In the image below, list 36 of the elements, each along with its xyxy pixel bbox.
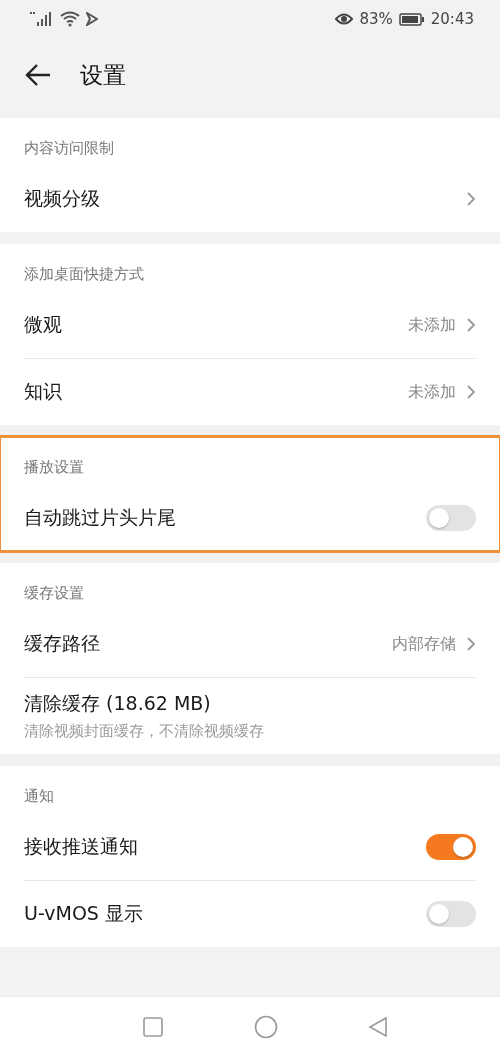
setting-label[interactable]: 缓存路径 xyxy=(24,631,382,657)
setting-label[interactable]: 接收推送通知 xyxy=(24,834,416,860)
chevron-right-icon xyxy=(466,636,476,652)
section-title: 通知 xyxy=(24,787,54,806)
recent-apps-icon[interactable] xyxy=(142,1016,164,1038)
battery-icon xyxy=(398,12,425,26)
wifi-icon xyxy=(60,11,80,27)
setting-label[interactable]: 微观 xyxy=(24,312,398,338)
setting-label[interactable]: 自动跳过片头片尾 xyxy=(24,505,416,531)
section-title: 内容访问限制 xyxy=(24,139,114,158)
back-arrow-icon[interactable] xyxy=(24,63,52,87)
back-icon[interactable] xyxy=(368,1016,388,1038)
setting-label[interactable]: 视频分级 xyxy=(24,186,456,212)
toggle-switch[interactable] xyxy=(426,505,476,531)
section-title: 添加桌面快捷方式 xyxy=(24,265,144,284)
section-title: 播放设置 xyxy=(24,458,84,477)
eye-icon xyxy=(335,12,354,26)
chevron-right-icon xyxy=(466,191,476,207)
clock-time: 20:43 xyxy=(430,10,474,28)
home-icon[interactable] xyxy=(254,1015,278,1039)
setting-label[interactable]: 清除缓存 (18.62 MB) xyxy=(24,691,476,717)
section-title: 缓存设置 xyxy=(24,584,84,603)
setting-label[interactable]: U-vMOS 显示 xyxy=(24,901,416,927)
page-title: 设置 xyxy=(80,60,126,90)
toggle-switch[interactable] xyxy=(426,901,476,927)
setting-description: 清除视频封面缓存，不清除视频缓存 xyxy=(24,722,265,741)
chevron-right-icon xyxy=(466,317,476,333)
setting-value: 内部存储 xyxy=(392,633,456,655)
toggle-switch[interactable] xyxy=(426,834,476,860)
play-icon xyxy=(86,12,98,26)
setting-label[interactable]: 知识 xyxy=(24,379,398,405)
setting-value: 未添加 xyxy=(408,314,456,336)
chevron-right-icon xyxy=(466,384,476,400)
setting-value: 未添加 xyxy=(408,381,456,403)
battery-percent: 83% xyxy=(359,10,393,28)
signal-icon xyxy=(30,11,54,27)
